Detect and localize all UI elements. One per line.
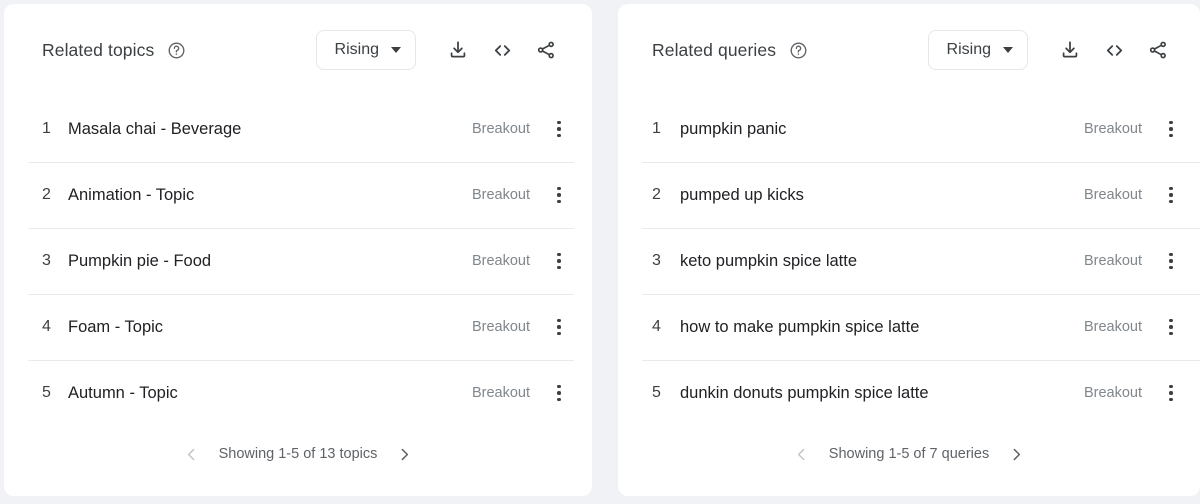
chevron-left-icon[interactable] [785,437,819,471]
row-rank: 5 [42,384,51,401]
row-value: Breakout [1083,121,1142,137]
card-title-group: Related topics [42,40,316,61]
kebab-menu-icon[interactable] [548,380,570,406]
sort-select-rising[interactable]: Rising [315,30,416,70]
kebab-menu-icon[interactable] [1160,182,1182,208]
row-label: Foam - Topic [68,317,164,336]
row-value: Breakout [1083,253,1142,269]
kebab-menu-icon[interactable] [548,182,570,208]
chevron-down-icon [1003,47,1013,53]
table-row[interactable]: 2 pumped up kicks Breakout [618,162,1200,228]
row-label: how to make pumpkin spice latte [680,317,920,336]
row-label: Masala chai - Beverage [68,119,242,138]
card-title-group: Related queries [652,40,928,61]
row-rank: 4 [42,318,51,335]
topics-list: 1 Masala chai - Beverage Breakout 2 Anim… [4,96,592,426]
related-panels-board: Related topics Rising 1 Masala chai - Be… [0,0,1200,504]
row-value: Breakout [471,385,530,401]
row-rank: 3 [652,252,661,269]
row-value: Breakout [1083,319,1142,335]
row-label: Autumn - Topic [68,383,178,402]
sort-select-value: Rising [946,41,991,58]
kebab-menu-icon[interactable] [548,314,570,340]
chevron-left-icon[interactable] [175,437,209,471]
row-rank: 3 [42,252,51,269]
table-row[interactable]: 1 Masala chai - Beverage Breakout [4,96,592,162]
table-row[interactable]: 3 keto pumpkin spice latte Breakout [618,228,1200,294]
card-actions: Rising [315,30,570,70]
table-row[interactable]: 4 Foam - Topic Breakout [4,294,592,360]
row-value: Breakout [471,121,530,137]
row-label: Animation - Topic [68,185,195,204]
row-label: Pumpkin pie - Food [68,251,212,270]
table-row[interactable]: 1 pumpkin panic Breakout [618,96,1200,162]
sort-select-value: Rising [334,41,379,58]
embed-code-icon[interactable] [1094,30,1134,70]
row-rank: 2 [42,186,51,203]
queries-list: 1 pumpkin panic Breakout 2 pumped up kic… [618,96,1200,426]
table-row[interactable]: 3 Pumpkin pie - Food Breakout [4,228,592,294]
card-header: Related topics Rising [4,4,592,96]
row-rank: 2 [652,186,661,203]
row-value: Breakout [471,187,530,203]
sort-select-rising[interactable]: Rising [927,30,1028,70]
table-row[interactable]: 2 Animation - Topic Breakout [4,162,592,228]
page-title: Related topics [42,39,155,60]
pagination-status: Showing 1-5 of 7 queries [828,446,990,462]
card-actions: Rising [927,30,1182,70]
row-value: Breakout [471,319,530,335]
row-rank: 1 [42,120,51,137]
pagination-status: Showing 1-5 of 13 topics [218,446,378,462]
chevron-right-icon[interactable] [387,437,421,471]
row-label: keto pumpkin spice latte [680,251,858,270]
kebab-menu-icon[interactable] [1160,380,1182,406]
share-icon[interactable] [526,30,566,70]
embed-code-icon[interactable] [482,30,522,70]
page-title: Related queries [652,39,777,60]
kebab-menu-icon[interactable] [1160,248,1182,274]
kebab-menu-icon[interactable] [1160,314,1182,340]
pagination: Showing 1-5 of 7 queries [618,412,1200,496]
row-value: Breakout [471,253,530,269]
download-icon[interactable] [1050,30,1090,70]
row-rank: 1 [652,120,661,137]
kebab-menu-icon[interactable] [548,248,570,274]
card-header: Related queries Rising [618,4,1200,96]
row-rank: 4 [652,318,661,335]
share-icon[interactable] [1138,30,1178,70]
help-circle-icon[interactable] [167,41,186,60]
related-queries-card: Related queries Rising 1 pumpkin panic B… [618,4,1200,496]
related-topics-card: Related topics Rising 1 Masala chai - Be… [4,4,592,496]
chevron-right-icon[interactable] [999,437,1033,471]
help-circle-icon[interactable] [789,41,808,60]
kebab-menu-icon[interactable] [1160,116,1182,142]
row-label: pumped up kicks [680,185,804,204]
pagination: Showing 1-5 of 13 topics [4,412,592,496]
row-rank: 5 [652,384,661,401]
row-value: Breakout [1083,385,1142,401]
row-label: dunkin donuts pumpkin spice latte [680,383,929,402]
chevron-down-icon [391,47,401,53]
row-value: Breakout [1083,187,1142,203]
kebab-menu-icon[interactable] [548,116,570,142]
download-icon[interactable] [438,30,478,70]
table-row[interactable]: 4 how to make pumpkin spice latte Breako… [618,294,1200,360]
row-label: pumpkin panic [680,119,787,138]
